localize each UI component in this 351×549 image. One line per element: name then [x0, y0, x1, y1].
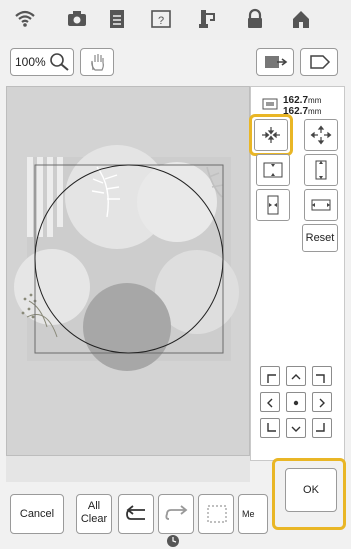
redo-button[interactable] [158, 494, 194, 534]
enlarge-width-button[interactable] [304, 189, 338, 221]
memory-label: Me [242, 509, 255, 519]
all-clear-label-1: All [87, 500, 101, 512]
corner-up-left-icon [264, 370, 276, 388]
cancel-label: Cancel [19, 508, 55, 520]
move-up-button[interactable] [286, 366, 306, 386]
document-icon[interactable] [106, 8, 128, 30]
camera-icon[interactable] [66, 8, 88, 30]
undo-button[interactable] [118, 494, 154, 534]
top-bar: ? [0, 0, 351, 40]
import-button[interactable] [256, 48, 294, 76]
embroidery-preview [14, 145, 239, 371]
shrink-button[interactable] [254, 119, 288, 151]
shrink-width-button[interactable] [256, 189, 290, 221]
size-width-value: 162.7 [283, 95, 309, 106]
chevron-right-icon [316, 396, 328, 414]
magnifier-icon [49, 52, 71, 77]
chevron-down-icon [290, 422, 302, 440]
home-icon[interactable] [290, 8, 312, 30]
edit-canvas[interactable] [6, 86, 250, 456]
import-icon [263, 53, 289, 76]
all-clear-label-2: Clear [80, 513, 108, 525]
next-icon [308, 53, 332, 76]
shrink-height-icon [262, 160, 284, 185]
canvas-bottom-strip [6, 456, 250, 482]
corner-down-right-icon [316, 422, 328, 440]
dashed-rect-icon [206, 504, 228, 527]
enlarge-width-icon [310, 195, 332, 220]
center-dot-icon [290, 396, 302, 414]
enlarge-arrows-icon [310, 125, 332, 150]
undo-icon [125, 504, 149, 527]
move-down-right-button[interactable] [312, 418, 332, 438]
corner-up-right-icon [316, 370, 328, 388]
next-page-button[interactable] [300, 48, 338, 76]
clock-icon [166, 534, 180, 548]
hand-icon [88, 52, 108, 77]
cancel-button[interactable]: Cancel [10, 494, 64, 534]
lock-icon[interactable] [244, 8, 266, 30]
zoom-button[interactable]: 100% [10, 48, 74, 76]
move-left-button[interactable] [260, 392, 280, 412]
shrink-width-icon [262, 195, 284, 220]
redo-icon [165, 504, 189, 527]
enlarge-height-button[interactable] [304, 154, 338, 186]
move-up-right-button[interactable] [312, 366, 332, 386]
ok-button[interactable]: OK [285, 468, 337, 512]
move-down-left-button[interactable] [260, 418, 280, 438]
chevron-up-icon [290, 370, 302, 388]
size-width: 162.7mm [283, 95, 321, 106]
center-button[interactable] [286, 392, 306, 412]
zoom-label: 100% [15, 55, 46, 69]
size-height-unit: mm [308, 107, 322, 116]
corner-down-left-icon [264, 422, 276, 440]
memory-button[interactable]: Me [238, 494, 268, 534]
enlarge-button[interactable] [304, 119, 338, 151]
all-clear-button[interactable]: All Clear [76, 494, 112, 534]
move-up-left-button[interactable] [260, 366, 280, 386]
shrink-arrows-icon [260, 125, 282, 150]
embroidery-icon[interactable] [196, 8, 218, 30]
size-width-unit: mm [308, 96, 322, 105]
move-right-button[interactable] [312, 392, 332, 412]
shrink-height-button[interactable] [256, 154, 290, 186]
ok-area: OK [276, 458, 346, 530]
hand-tool-button[interactable] [80, 48, 114, 76]
svg-text:?: ? [158, 15, 164, 27]
move-down-button[interactable] [286, 418, 306, 438]
wifi-icon[interactable] [14, 8, 36, 30]
reset-button[interactable]: Reset [302, 224, 338, 252]
select-area-button[interactable] [198, 494, 234, 534]
help-icon[interactable]: ? [150, 8, 172, 30]
chevron-left-icon [264, 396, 276, 414]
enlarge-height-icon [310, 159, 332, 186]
